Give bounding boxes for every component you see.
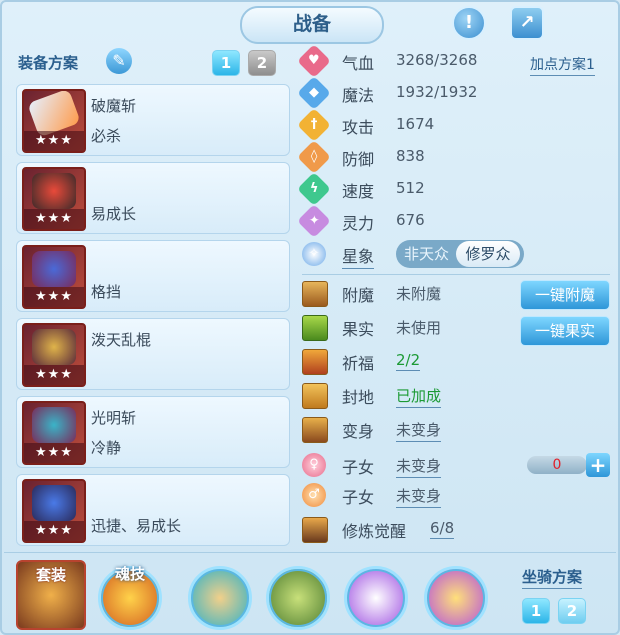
spirit-icon: ✦ <box>297 204 331 238</box>
equipment-slot[interactable]: ★★★ 格挡 <box>16 240 290 312</box>
skill-slot-2[interactable] <box>266 566 330 630</box>
soul-skill-label: 魂技 <box>114 565 145 583</box>
child-girl-icon: ♀ <box>302 453 326 477</box>
plus-button[interactable]: + <box>586 453 610 477</box>
mount-plan-title: 坐骑方案 <box>522 566 583 589</box>
weapon-icon: ★★★ <box>22 89 86 153</box>
equipment-plan-tab-2[interactable]: 2 <box>248 50 276 76</box>
transform-row: 变身 未变身 <box>302 416 602 444</box>
soul-skill-button[interactable]: 魂技 <box>98 565 162 630</box>
equipment-slot[interactable]: ★★★ 泼天乱棍 <box>16 318 290 390</box>
stat-defense: ◊ 防御 838 <box>297 140 602 174</box>
fruit-icon <box>302 315 328 341</box>
one-click-enchant-button[interactable]: 一键附魔 <box>520 280 610 310</box>
skill-slot-3[interactable] <box>344 566 408 630</box>
mount-plan-tab-1[interactable]: 1 <box>522 598 550 624</box>
stat-attack: † 攻击 1674 <box>297 108 602 142</box>
blessing-icon <box>302 349 328 375</box>
shield-icon: ◊ <box>297 140 331 174</box>
set-bonus-button[interactable]: 套装 <box>16 560 86 630</box>
stat-hp: ♥ 气血 3268/3268 <box>297 44 602 78</box>
equipment-tag: 冷静 <box>91 439 122 457</box>
equipment-name: 光明斩 <box>91 409 137 427</box>
edit-pencil-icon[interactable]: ✎ <box>106 48 132 74</box>
stat-mp: ◆ 魔法 1932/1932 <box>297 76 602 110</box>
divider <box>4 552 616 553</box>
equipment-tag: 迅捷、易成长 <box>91 517 182 535</box>
fief-icon <box>302 383 328 409</box>
blessing-row: 祈福 2/2 <box>302 348 602 376</box>
child-boy-icon: ♂ <box>302 483 326 507</box>
belt-icon: ★★★ <box>22 401 86 465</box>
star-rating: ★★★ <box>24 131 84 151</box>
star-sign-option-a[interactable]: 非天众 <box>404 243 449 264</box>
necklace-icon: ★★★ <box>22 323 86 387</box>
equipment-tag: 格挡 <box>91 283 122 301</box>
equipment-plan-title: 装备方案 <box>18 54 79 72</box>
equipment-slot[interactable]: ★★★ 破魔斩 必杀 <box>16 84 290 156</box>
transform-icon <box>302 417 328 443</box>
equipment-tag: 必杀 <box>91 127 122 145</box>
equipment-slot[interactable]: ★★★ 易成长 <box>16 162 290 234</box>
equipment-name: 破魔斩 <box>91 97 137 115</box>
star-rating: ★★★ <box>24 521 84 541</box>
mount-plan-tab-2[interactable]: 2 <box>558 598 586 624</box>
equipment-name: 泼天乱棍 <box>91 331 152 349</box>
armor-icon: ★★★ <box>22 245 86 309</box>
star-rating: ★★★ <box>24 209 84 229</box>
equipment-tag: 易成长 <box>91 205 137 223</box>
counter-display: 0 <box>527 456 587 474</box>
skill-slot-4[interactable] <box>424 566 488 630</box>
skill-slot-1[interactable] <box>188 566 252 630</box>
divider <box>302 274 610 275</box>
equipment-plan-tab-1[interactable]: 1 <box>212 50 240 76</box>
set-bonus-label: 套装 <box>35 566 66 584</box>
star-sign-toggle[interactable]: 非天众 修罗众 <box>396 240 524 268</box>
info-icon[interactable]: ! <box>452 6 486 40</box>
equipment-panel: 装备方案 ✎ 1 2 ★★★ 破魔斩 必杀 ★★★ 易成长 ★★★ 格挡 ★★★… <box>10 44 292 552</box>
share-icon[interactable]: ↗ <box>510 6 544 40</box>
equipment-slot[interactable]: ★★★ 光明斩 冷静 <box>16 396 290 468</box>
child-row-2: ♂ 子女 未变身 <box>302 482 602 510</box>
enchant-icon <box>302 281 328 307</box>
star-rating: ★★★ <box>24 443 84 463</box>
star-sign-icon: ✧ <box>302 242 326 266</box>
mana-icon: ◆ <box>297 76 331 110</box>
star-rating: ★★★ <box>24 287 84 307</box>
window-title: 战备 <box>240 6 384 44</box>
star-rating: ★★★ <box>24 365 84 385</box>
cultivation-row: 修炼觉醒 6/8 <box>302 516 602 544</box>
fief-row: 封地 已加成 <box>302 382 602 410</box>
stat-speed: ϟ 速度 512 <box>297 172 602 206</box>
cultivation-icon <box>302 517 328 543</box>
boots-icon: ★★★ <box>22 479 86 543</box>
stat-spirit: ✦ 灵力 676 <box>297 204 602 238</box>
heart-icon: ♥ <box>297 44 331 78</box>
one-click-fruit-button[interactable]: 一键果实 <box>520 316 610 346</box>
helmet-icon: ★★★ <box>22 167 86 231</box>
speed-icon: ϟ <box>297 172 331 206</box>
sword-icon: † <box>297 108 331 142</box>
star-sign-option-b[interactable]: 修罗众 <box>456 241 520 267</box>
equipment-slot[interactable]: ★★★ 迅捷、易成长 <box>16 474 290 546</box>
